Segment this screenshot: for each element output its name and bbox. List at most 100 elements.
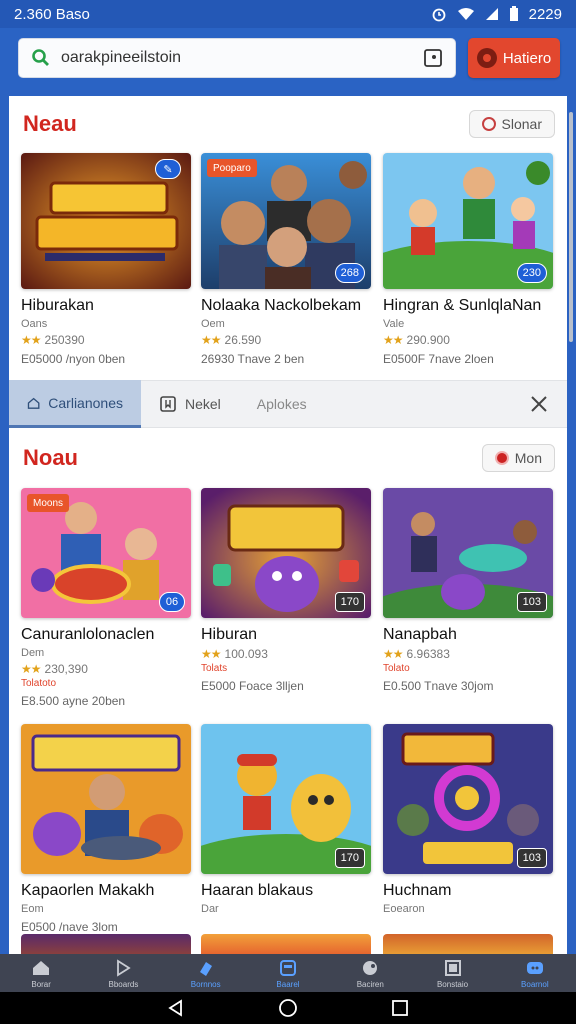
scrollbar[interactable]	[569, 112, 573, 342]
section-more-button[interactable]: Slonar	[468, 110, 555, 138]
home-button-icon[interactable]	[278, 998, 298, 1018]
game-card[interactable]: Pooparo 268 Nolaaka Nackolbekam Oem ★★ 26…	[201, 153, 373, 366]
nav-item-baarel[interactable]: Baarel	[247, 954, 329, 992]
game-thumbnail[interactable]	[201, 934, 371, 954]
app-header: Hatiero	[0, 28, 576, 90]
count-badge: 268	[334, 263, 365, 283]
nav-item-baciren[interactable]: Baciren	[329, 954, 411, 992]
search-icon	[32, 49, 49, 66]
card-title: Nolaaka Nackolbekam	[201, 297, 362, 314]
card-title: Kapaorlen Makakh	[21, 882, 155, 899]
more-button-label: Mon	[514, 450, 542, 466]
search-input[interactable]	[61, 49, 423, 67]
card-title: Hingran & SunlqlaNan	[383, 297, 542, 314]
game-thumbnail: 170	[201, 724, 371, 874]
section-header: Neau Slonar	[9, 104, 567, 144]
card-title: Nanapbah	[383, 626, 457, 643]
game-thumbnail: Moons 06	[21, 488, 191, 618]
battery-icon	[509, 6, 518, 21]
tablet-icon	[279, 959, 296, 976]
game-card[interactable]: 170 Haaran blakaus Dar	[201, 724, 373, 915]
card-title: Hiburakan	[21, 297, 94, 314]
signal-icon	[485, 8, 498, 20]
circle-icon	[481, 117, 496, 131]
alarm-icon	[432, 8, 446, 22]
card-meta: E05000 /nyon 0ben	[21, 352, 126, 366]
home-icon	[27, 397, 40, 409]
tab-label: Carlianones	[48, 394, 123, 411]
tab-bar: Carlianones Nekel Aplokes	[9, 380, 567, 428]
star-icon: ★★	[201, 333, 221, 347]
nav-label: Baciren	[356, 979, 384, 989]
favorite-icon[interactable]: ✎	[155, 159, 181, 179]
game-card[interactable]: Moons 06 Canuranlolonaclen Dem ★★ 230,390…	[21, 488, 193, 708]
recents-icon[interactable]	[391, 999, 409, 1017]
tab-aplokes[interactable]: Aplokes	[239, 380, 325, 428]
header-action-button[interactable]: Hatiero	[468, 38, 560, 78]
count-badge: 06	[159, 592, 185, 612]
section-more-button[interactable]: Mon	[481, 444, 555, 472]
section-title: Noau	[23, 445, 78, 470]
card-subtitle: Dem	[21, 647, 45, 659]
game-thumbnail: Pooparo 268	[201, 153, 371, 289]
card-meta: E0.500 Tnave 30jom	[383, 679, 494, 693]
nav-item-borar[interactable]: Borar	[0, 954, 82, 992]
card-meta: E5000 Foace 3lljen	[201, 679, 304, 693]
card-meta: E0500 /nave 3lom	[21, 920, 118, 934]
nav-label: Boarnol	[521, 979, 549, 989]
tab-label: Nekel	[185, 396, 221, 412]
record-icon	[494, 451, 509, 465]
star-icon: ★★	[383, 647, 403, 661]
game-thumbnail[interactable]	[21, 934, 191, 954]
tag-badge: Moons	[27, 494, 70, 512]
game-card[interactable]: 103 Huchnam Eoearon	[383, 724, 555, 915]
window-icon	[444, 959, 461, 976]
card-subtitle: Eoearon	[383, 903, 425, 915]
card-promo: Tolats	[201, 663, 228, 674]
nav-label: Bornnos	[190, 979, 221, 989]
card-rating: ★★ 230,390	[21, 662, 88, 676]
tag-badge: Pooparo	[207, 159, 257, 177]
nav-label: Bonstaio	[436, 979, 469, 989]
back-icon[interactable]	[167, 999, 185, 1017]
count-badge: 103	[516, 848, 547, 868]
card-title: Canuranlolonaclen	[21, 626, 155, 643]
status-time: 2.360 Baso	[14, 5, 90, 23]
system-nav-bar	[0, 992, 576, 1024]
card-rating: ★★ 290.900	[383, 333, 450, 347]
count-badge: 170	[334, 592, 365, 612]
game-card[interactable]: 170 Hiburan ★★ 100.093 Tolats E5000 Foace…	[201, 488, 373, 693]
tab-label: Aplokes	[256, 396, 307, 412]
nav-item-bornnos[interactable]: Bornnos	[165, 954, 247, 992]
card-rating: ★★ 100.093	[201, 647, 268, 661]
game-card[interactable]: ✎ Hiburakan Oans ★★ 250390 E05000 /nyon 0…	[21, 153, 193, 366]
search-box[interactable]	[18, 38, 456, 78]
bookmark-icon	[160, 396, 176, 412]
game-card[interactable]: 230 Hingran & SunlqlaNan Vale ★★ 290.900 …	[383, 153, 555, 366]
card-subtitle: Eom	[21, 903, 44, 915]
nav-label: Bboards	[108, 979, 139, 989]
home-icon	[33, 960, 50, 975]
star-icon: ★★	[21, 333, 41, 347]
nav-item-bonstaio[interactable]: Bonstaio	[411, 954, 493, 992]
game-thumbnail[interactable]	[383, 934, 553, 954]
game-card[interactable]: Kapaorlen Makakh Eom E0500 /nave 3lom	[21, 724, 193, 934]
nav-label: Baarel	[276, 979, 300, 989]
nav-item-boarnol[interactable]: Boarnol	[494, 954, 576, 992]
tab-carlianones[interactable]: Carlianones	[9, 380, 141, 428]
clear-search-icon[interactable]	[423, 48, 443, 68]
tab-nekel[interactable]: Nekel	[141, 380, 239, 428]
status-clock: 2229	[528, 5, 562, 23]
game-card[interactable]: 103 Nanapbah ★★ 6.96383 Tolato E0.500 Tna…	[383, 488, 555, 693]
card-promo: Tolato	[383, 663, 410, 674]
count-badge: 103	[516, 592, 547, 612]
more-button-label: Slonar	[501, 116, 542, 132]
card-title: Hiburan	[201, 626, 258, 643]
game-thumbnail: 170	[201, 488, 371, 618]
star-icon: ★★	[383, 333, 403, 347]
card-rating: ★★ 26.590	[201, 333, 262, 347]
close-icon[interactable]	[529, 394, 549, 414]
card-subtitle: Oem	[201, 318, 225, 330]
nav-item-bboards[interactable]: Bboards	[82, 954, 164, 992]
play-icon	[117, 958, 132, 977]
